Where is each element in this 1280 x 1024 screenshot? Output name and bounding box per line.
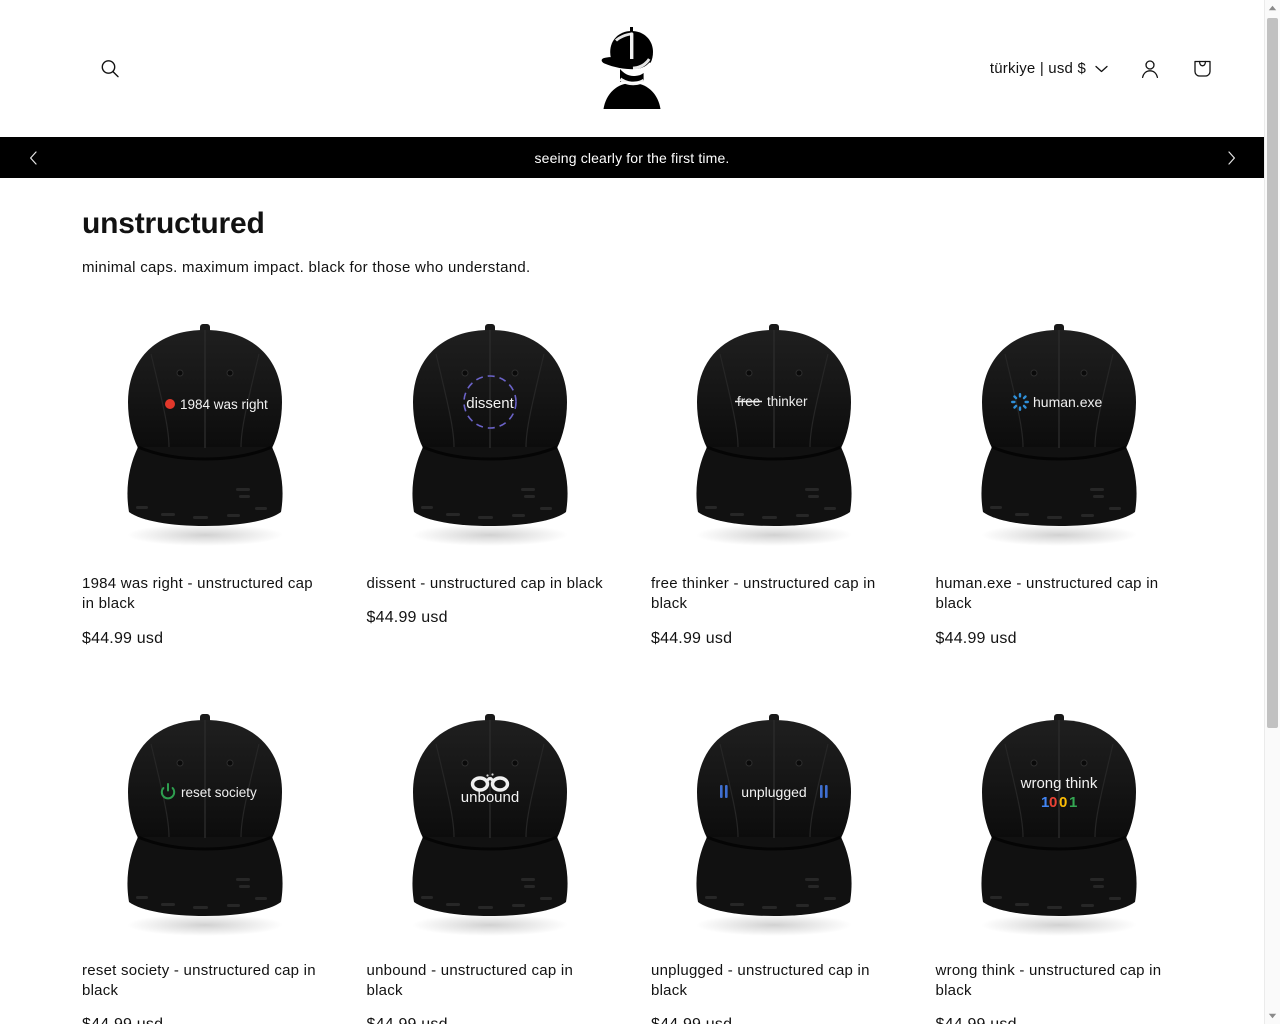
svg-text:0: 0 [1049, 794, 1057, 811]
product-title[interactable]: dissent - unstructured cap in black [367, 574, 614, 594]
svg-text:thinker: thinker [767, 394, 808, 409]
product-card[interactable]: 1984 was right 1984 was right - unstruct… [82, 316, 329, 666]
svg-text:1984 was right: 1984 was right [180, 397, 268, 412]
product-price: $44.99 usd [651, 1016, 898, 1024]
page-content: türkiye | usd $ seeing clearly for the f… [0, 0, 1264, 1024]
svg-text:wrong think: wrong think [1019, 775, 1097, 792]
collection-header: unstructured minimal caps. maximum impac… [0, 178, 1264, 276]
product-price: $44.99 usd [367, 1016, 614, 1024]
announcement-bar: seeing clearly for the first time. [0, 137, 1264, 178]
product-card[interactable]: human.exe human.exe - unstructured cap i… [935, 316, 1183, 666]
locale-currency-label: türkiye | usd $ [989, 60, 1086, 77]
collection-description: minimal caps. maximum impact. black for … [82, 259, 531, 276]
search-icon[interactable] [88, 47, 132, 91]
svg-text:reset society: reset society [181, 785, 257, 800]
site-header: türkiye | usd $ [0, 0, 1264, 137]
chevron-down-icon [1095, 60, 1108, 77]
product-grid-row-1: 1984 was right 1984 was right - unstruct… [0, 276, 1264, 666]
product-title[interactable]: 1984 was right - unstructured cap in bla… [82, 574, 329, 615]
account-icon[interactable] [1128, 47, 1172, 91]
product-grid-row-2: reset society reset society - unstructur… [0, 666, 1264, 1024]
cart-icon[interactable] [1180, 47, 1224, 91]
product-image-1984-was-right[interactable]: 1984 was right [82, 316, 329, 548]
product-price: $44.99 usd [366, 609, 448, 627]
page-scrollbar[interactable] [1264, 0, 1280, 1024]
scrollbar-thumb[interactable] [1267, 18, 1278, 728]
announcement-text: seeing clearly for the first time. [534, 149, 730, 166]
product-title[interactable]: human.exe - unstructured cap in black [936, 574, 1183, 615]
product-card[interactable]: unbound unbound - unstructured cap in bl… [366, 705, 614, 1024]
product-card[interactable]: wrong think 1 0 0 1 wrong think - unstru… [935, 705, 1183, 1024]
product-image-unbound[interactable]: unbound [366, 705, 613, 938]
svg-text:human.exe: human.exe [1033, 394, 1102, 410]
svg-text:0: 0 [1059, 794, 1067, 811]
svg-text:dissent: dissent [466, 395, 514, 412]
product-price: $44.99 usd [935, 629, 1017, 647]
product-image-human-exe[interactable]: human.exe [935, 316, 1182, 548]
product-title[interactable]: free thinker - unstructured cap in black [651, 574, 898, 615]
scroll-down-arrow[interactable] [1265, 1008, 1280, 1024]
product-title[interactable]: unplugged - unstructured cap in black [651, 961, 898, 1002]
locale-currency-selector[interactable]: türkiye | usd $ [978, 50, 1120, 87]
page-title: unstructured [82, 207, 265, 240]
svg-text:1: 1 [1069, 794, 1077, 811]
product-card[interactable]: unplugged unplugged - unstructured cap i… [651, 705, 898, 1024]
product-price: $44.99 usd [82, 1016, 329, 1024]
product-price: $44.99 usd [936, 1016, 1183, 1024]
product-image-free-thinker[interactable]: free thinker [651, 316, 898, 548]
product-card[interactable]: reset society reset society - unstructur… [82, 705, 329, 1024]
announcement-next-icon[interactable] [1218, 145, 1244, 171]
product-image-wrong-think[interactable]: wrong think 1 0 0 1 [935, 705, 1182, 938]
product-card[interactable]: dissent dissent - unstructured cap in bl… [366, 316, 614, 666]
product-image-unplugged[interactable]: unplugged [651, 705, 898, 938]
product-image-dissent[interactable]: dissent [366, 316, 613, 548]
announcement-prev-icon[interactable] [20, 145, 46, 171]
scrollbar-track[interactable] [1265, 16, 1280, 1008]
product-title[interactable]: wrong think - unstructured cap in black [936, 961, 1183, 1002]
product-title[interactable]: reset society - unstructured cap in blac… [82, 961, 329, 1002]
product-price: $44.99 usd [651, 629, 733, 647]
browser-viewport: türkiye | usd $ seeing clearly for the f… [0, 0, 1280, 1024]
product-price: $44.99 usd [82, 629, 164, 647]
svg-text:unplugged: unplugged [742, 784, 807, 800]
svg-text:unbound: unbound [461, 789, 519, 806]
scroll-up-arrow[interactable] [1265, 0, 1280, 16]
product-title[interactable]: unbound - unstructured cap in black [367, 961, 614, 1002]
header-actions: türkiye | usd $ [978, 47, 1224, 91]
product-image-reset-society[interactable]: reset society [82, 705, 329, 938]
site-logo[interactable] [598, 25, 666, 113]
product-card[interactable]: free thinker free thinker - unstructured… [651, 316, 898, 666]
